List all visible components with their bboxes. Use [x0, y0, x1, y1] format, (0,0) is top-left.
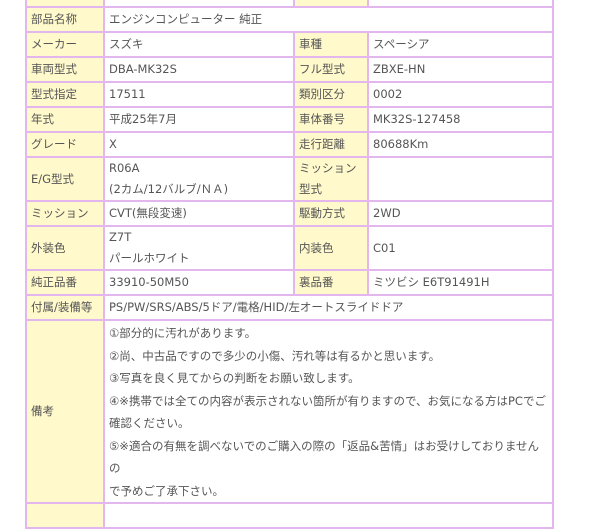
table-row-grade: グレード X 走行距離 80688Km — [25, 131, 554, 158]
label-cell: 車種 — [293, 31, 369, 58]
value-line: パールホワイト — [109, 251, 190, 265]
value-cell: スペーシア — [367, 31, 554, 58]
table-row-exterior: 外装色 Z7T パールホワイト 内装色 C01 — [25, 225, 554, 271]
value-cell: 平成25年7月 — [103, 106, 295, 133]
label-cell: 付属/装備等 — [25, 294, 105, 321]
value-line: (2カム/12バルブ/ＮＡ) — [109, 182, 229, 196]
label-cell: 部品名称 — [25, 6, 105, 33]
value-cell: 80688Km — [367, 131, 554, 158]
value-cell: 17511 — [103, 81, 295, 108]
value-cell: ZBXE-HN — [367, 56, 554, 83]
label-cell: 車両型式 — [25, 56, 105, 83]
table-row-part-number: 純正品番 33910-50M50 裏品番 ミツビシ E6T91491H — [25, 269, 554, 296]
value-cell: C01 — [367, 225, 554, 271]
label-cell — [25, 0, 105, 8]
table-row-transmission: ミッション CVT(無段変速) 駆動方式 2WD — [25, 200, 554, 227]
label-cell — [293, 0, 369, 8]
label-cell: グレード — [25, 131, 105, 158]
label-cell — [25, 502, 105, 529]
table-row-equipment: 付属/装備等 PS/PW/SRS/ABS/5ドア/電格/HID/左オートスライド… — [25, 294, 554, 321]
label-cell: 類別区分 — [293, 81, 369, 108]
note-line: ①部分的に汚れがあります。 — [109, 326, 257, 340]
value-cell: X — [103, 131, 295, 158]
label-cell: 走行距離 — [293, 131, 369, 158]
note-line: で予めご了承下さい。 — [109, 483, 224, 498]
note-line: ⑤※適合の有無を調べないでのご購入の際の「返品&苦情」はお受けしておりませんの — [109, 438, 540, 476]
table-row-maker: メーカー スズキ 車種 スペーシア — [25, 31, 554, 58]
value-cell — [103, 0, 295, 8]
label-cell: メーカー — [25, 31, 105, 58]
label-cell: 車体番号 — [293, 106, 369, 133]
table-row-notes: 備考 ①部分的に汚れがあります。 ②尚、中古品ですので多少の小傷、汚れ等は有るか… — [25, 319, 554, 504]
label-cell: 備考 — [25, 319, 105, 504]
value-cell: CVT(無段変速) — [103, 200, 295, 227]
label-cell: ミッション — [25, 200, 105, 227]
value-line: R06A — [109, 161, 140, 175]
value-cell: Z7T パールホワイト — [103, 225, 295, 271]
table-row-vehicle-model: 車両型式 DBA-MK32S フル型式 ZBXE-HN — [25, 56, 554, 83]
value-cell: ミツビシ E6T91491H — [367, 269, 554, 296]
spec-table: 部品名称 エンジンコンピューター 純正 メーカー スズキ 車種 スペーシア 車両… — [25, 0, 554, 529]
label-cell: ミッション型式 — [293, 156, 369, 202]
value-cell: MK32S-127458 — [367, 106, 554, 133]
table-row — [25, 0, 554, 8]
value-cell — [103, 502, 554, 529]
value-cell: PS/PW/SRS/ABS/5ドア/電格/HID/左オートスライドドア — [103, 294, 554, 321]
label-cell: フル型式 — [293, 56, 369, 83]
value-cell: 2WD — [367, 200, 554, 227]
label-cell: 純正品番 — [25, 269, 105, 296]
label-cell: 外装色 — [25, 225, 105, 271]
table-row-year: 年式 平成25年7月 車体番号 MK32S-127458 — [25, 106, 554, 133]
label-cell: 型式指定 — [25, 81, 105, 108]
table-row-part-name: 部品名称 エンジンコンピューター 純正 — [25, 6, 554, 33]
note-line: ③写真を良く見てからの判断をお願い致します。 — [109, 371, 360, 385]
value-cell: 33910-50M50 — [103, 269, 295, 296]
note-line: ②尚、中古品ですので多少の小傷、汚れ等は有るかと思います。 — [109, 348, 441, 363]
label-cell: 駆動方式 — [293, 200, 369, 227]
label-cell: 内装色 — [293, 225, 369, 271]
label-cell: 裏品番 — [293, 269, 369, 296]
table-row-model-designation: 型式指定 17511 類別区分 0002 — [25, 81, 554, 108]
value-cell: 0002 — [367, 81, 554, 108]
value-cell — [367, 156, 554, 202]
value-cell: R06A (2カム/12バルブ/ＮＡ) — [103, 156, 295, 202]
table-row-partial — [25, 502, 554, 529]
note-line: 確認ください。 — [109, 416, 190, 430]
label-cell: E/G型式 — [25, 156, 105, 202]
value-cell: エンジンコンピューター 純正 — [103, 6, 554, 33]
value-cell: DBA-MK32S — [103, 56, 295, 83]
label-cell: 年式 — [25, 106, 105, 133]
value-cell — [367, 0, 554, 8]
value-line: Z7T — [109, 230, 132, 244]
table-row-engine: E/G型式 R06A (2カム/12バルブ/ＮＡ) ミッション型式 — [25, 156, 554, 202]
value-cell: スズキ — [103, 31, 295, 58]
note-line: ④※携帯では全ての内容が表示されない箇所が有りますので、お気になる方はPCでご — [109, 393, 546, 408]
notes-cell: ①部分的に汚れがあります。 ②尚、中古品ですので多少の小傷、汚れ等は有るかと思い… — [103, 319, 554, 504]
